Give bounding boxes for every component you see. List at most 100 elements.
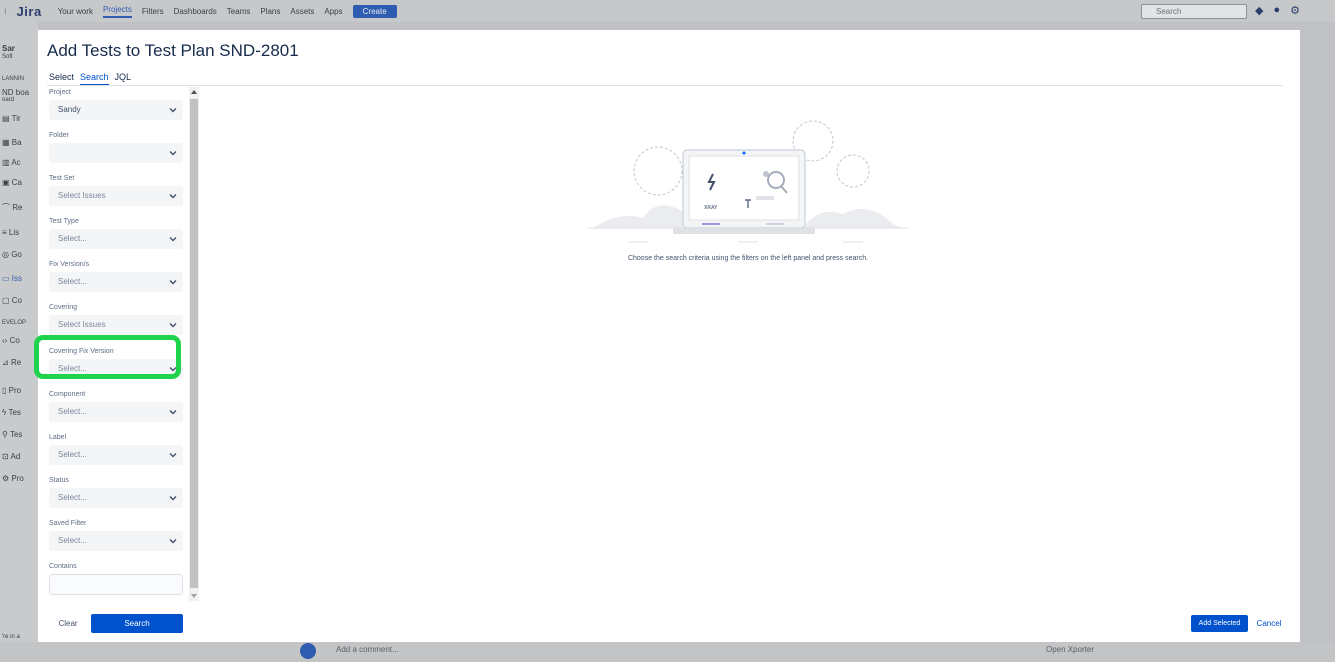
filter-fix-version: Fix Version/s Select... bbox=[49, 260, 184, 292]
sidebar-item-tests[interactable]: ⚲ Tes bbox=[2, 430, 22, 439]
tabs-divider bbox=[47, 85, 1283, 86]
app-switcher-icon[interactable]: ⁝ bbox=[4, 7, 7, 16]
nav-teams[interactable]: Teams bbox=[227, 7, 251, 16]
jira-logo[interactable]: Jira bbox=[17, 4, 42, 19]
jira-top-navigation: ⁝ Jira Your work Projects Filters Dashbo… bbox=[0, 0, 1335, 22]
sidebar-item-issues[interactable]: ▭ Iss bbox=[2, 274, 22, 283]
tab-select[interactable]: Select bbox=[49, 72, 74, 86]
sidebar-item-project-settings[interactable]: ⚙ Pro bbox=[2, 474, 24, 483]
sidebar-board-sub: oard bbox=[2, 97, 15, 103]
fix-version-select[interactable]: Select... bbox=[49, 272, 183, 292]
filter-saved-filter: Saved Filter Select... bbox=[49, 519, 184, 551]
filter-covering: Covering Select Issues bbox=[49, 303, 184, 335]
filter-label: Status bbox=[49, 477, 69, 484]
filter-label: Project bbox=[49, 89, 71, 96]
create-button[interactable]: Create bbox=[352, 4, 397, 18]
test-type-select[interactable]: Select... bbox=[49, 229, 183, 249]
empty-search-illustration bbox=[588, 120, 908, 243]
add-comment-field[interactable]: Add a comment... bbox=[336, 645, 399, 654]
filter-label: Contains bbox=[49, 563, 77, 570]
chevron-down-icon bbox=[169, 151, 177, 156]
add-tests-modal: Add Tests to Test Plan SND-2801 Select S… bbox=[34, 30, 1300, 642]
search-button[interactable]: Search bbox=[91, 614, 183, 633]
sidebar-item-calendar[interactable]: ▣ Ca bbox=[2, 178, 22, 187]
nav-apps[interactable]: Apps bbox=[324, 7, 342, 16]
covering-select[interactable]: Select Issues bbox=[49, 315, 183, 335]
status-select[interactable]: Select... bbox=[49, 488, 183, 508]
sidebar-item-backlog[interactable]: ▦ Ba bbox=[2, 138, 22, 147]
help-icon[interactable]: ● bbox=[1273, 4, 1280, 17]
filter-component: Component Select... bbox=[49, 390, 184, 422]
sidebar-item-code[interactable]: ‹› Co bbox=[2, 336, 20, 345]
sidebar-item-active-sprints[interactable]: ▥ Ac bbox=[2, 158, 21, 167]
open-xporter-link[interactable]: Open Xporter bbox=[1046, 645, 1094, 654]
filter-label-field: Label Select... bbox=[49, 433, 184, 465]
chevron-down-icon bbox=[169, 323, 177, 328]
nav-plans[interactable]: Plans bbox=[260, 7, 280, 16]
sidebar-item-components[interactable]: ▢ Co bbox=[2, 296, 22, 305]
settings-icon[interactable]: ⚙ bbox=[1290, 4, 1300, 17]
add-selected-button[interactable]: Add Selected bbox=[1191, 615, 1248, 632]
nav-dashboards[interactable]: Dashboards bbox=[174, 7, 217, 16]
select-placeholder: Select Issues bbox=[58, 191, 106, 200]
sidebar-project-name[interactable]: Sar bbox=[2, 44, 15, 53]
notifications-icon[interactable]: ◆ bbox=[1255, 4, 1263, 17]
chevron-down-icon bbox=[169, 108, 177, 113]
nav-your-work[interactable]: Your work bbox=[58, 7, 93, 16]
avatar bbox=[300, 643, 316, 659]
sidebar-item-releases[interactable]: ⊿ Re bbox=[2, 358, 21, 367]
sidebar-item-testing[interactable]: ϟ Tes bbox=[2, 408, 21, 417]
chevron-down-icon bbox=[169, 237, 177, 242]
sidebar-item-project-pages[interactable]: ▯ Pro bbox=[2, 386, 21, 395]
filter-label: Saved Filter bbox=[49, 520, 87, 527]
nav-assets[interactable]: Assets bbox=[290, 7, 314, 16]
label-select[interactable]: Select... bbox=[49, 445, 183, 465]
filter-label: Test Type bbox=[49, 218, 79, 225]
test-set-select[interactable]: Select Issues bbox=[49, 186, 183, 206]
nav-filters[interactable]: Filters bbox=[142, 7, 164, 16]
saved-filter-select[interactable]: Select... bbox=[49, 531, 183, 551]
tab-search[interactable]: Search bbox=[80, 72, 109, 86]
chevron-down-icon bbox=[169, 194, 177, 199]
tab-jql[interactable]: JQL bbox=[115, 72, 132, 86]
select-placeholder: Select... bbox=[58, 277, 87, 286]
select-placeholder: Select... bbox=[58, 234, 87, 243]
sidebar-item-list[interactable]: ≡ Lis bbox=[2, 228, 19, 237]
scroll-up-arrow-icon[interactable] bbox=[191, 90, 197, 94]
chevron-down-icon bbox=[169, 496, 177, 501]
project-sidebar: Sar Soft LANNIN ND boa oard ▤ Tir ▦ Ba ▥… bbox=[0, 22, 38, 642]
clear-button[interactable]: Clear bbox=[53, 615, 83, 633]
chevron-down-icon bbox=[169, 453, 177, 458]
sidebar-item-timeline[interactable]: ▤ Tir bbox=[2, 114, 21, 123]
contains-input[interactable] bbox=[49, 574, 183, 595]
sidebar-item-reports[interactable]: ⌒ Re bbox=[2, 202, 22, 213]
filter-label: Fix Version/s bbox=[49, 261, 90, 268]
nav-projects[interactable]: Projects bbox=[102, 5, 132, 18]
filter-test-type: Test Type Select... bbox=[49, 217, 184, 249]
cancel-button[interactable]: Cancel bbox=[1254, 615, 1284, 632]
select-placeholder: Select... bbox=[58, 493, 87, 502]
filter-test-set: Test Set Select Issues bbox=[49, 174, 184, 206]
component-select[interactable]: Select... bbox=[49, 402, 183, 422]
folder-select[interactable] bbox=[49, 143, 183, 163]
chevron-down-icon bbox=[169, 539, 177, 544]
filter-label: Folder bbox=[49, 132, 69, 139]
filter-project: Project Sandy bbox=[49, 88, 184, 120]
scroll-down-arrow-icon[interactable] bbox=[191, 594, 197, 598]
sidebar-item-goals[interactable]: ◎ Go bbox=[2, 250, 22, 259]
chevron-down-icon bbox=[169, 410, 177, 415]
sidebar-section-development: EVELOP bbox=[2, 320, 27, 326]
project-select[interactable]: Sandy bbox=[49, 100, 183, 120]
select-placeholder: Select Issues bbox=[58, 320, 106, 329]
top-right-icons: ◆ ● ⚙ bbox=[1255, 4, 1300, 17]
scroll-thumb[interactable] bbox=[190, 99, 198, 588]
select-placeholder: Select... bbox=[58, 407, 87, 416]
filter-label: Component bbox=[49, 391, 86, 398]
filter-contains: Contains bbox=[49, 562, 184, 595]
global-search-input[interactable]: Search bbox=[1141, 4, 1247, 19]
sidebar-board-name[interactable]: ND boa bbox=[2, 88, 29, 97]
sidebar-item-add[interactable]: ⊡ Ad bbox=[2, 452, 20, 461]
background-bottom-bar: Add a comment... Open Xporter bbox=[0, 642, 1335, 662]
filter-status: Status Select... bbox=[49, 476, 184, 508]
filter-scrollbar[interactable] bbox=[189, 87, 199, 601]
